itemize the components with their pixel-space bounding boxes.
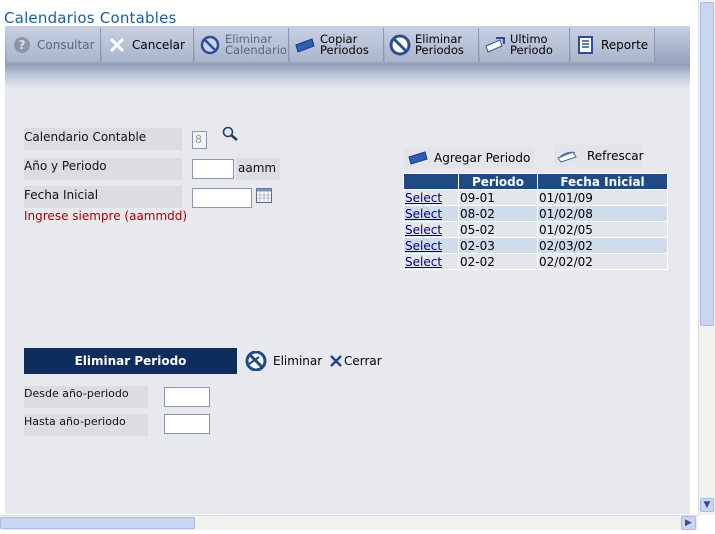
vertical-scroll-thumb[interactable]: [700, 2, 714, 326]
desde-field[interactable]: [164, 387, 210, 407]
periodo-cell: 08-02: [458, 205, 538, 222]
hasta-field[interactable]: [164, 414, 210, 434]
scroll-down-icon[interactable]: ▼: [700, 498, 714, 512]
periodo-cell: 02-02: [458, 253, 538, 270]
table-header-action: [403, 173, 459, 190]
table-header-periodo: Periodo: [458, 173, 538, 190]
toolbar: ? Consultar Cancelar Eliminar Calendario …: [5, 26, 690, 64]
table-row: Select 02-03 02/03/02: [403, 237, 668, 254]
consultar-label: Consultar: [37, 38, 95, 52]
cerrar-label: Cerrar: [344, 354, 382, 368]
fecha-cell: 02/02/02: [537, 253, 668, 270]
periods-table: Periodo Fecha Inicial Select 09-01 01/01…: [403, 173, 668, 270]
anio-periodo-field[interactable]: [192, 159, 234, 179]
calendario-label: Calendario Contable: [24, 130, 147, 144]
refresh-icon: [557, 149, 579, 163]
hint-text: Ingrese siempre (aammdd): [24, 209, 188, 223]
vertical-scrollbar[interactable]: ▼: [698, 0, 715, 515]
eliminar-button[interactable]: Eliminar: [245, 350, 323, 372]
scroll-right-icon[interactable]: ▶: [681, 516, 696, 530]
select-link[interactable]: Select: [405, 191, 442, 205]
copy-icon: [294, 34, 316, 56]
fecha-inicial-field[interactable]: [192, 188, 252, 208]
help-icon: ?: [11, 34, 33, 56]
table-header-fecha: Fecha Inicial: [537, 173, 668, 190]
x-icon: [106, 34, 128, 56]
refrescar-label: Refrescar: [587, 149, 644, 163]
consultar-button[interactable]: ? Consultar: [7, 28, 101, 62]
aamm-suffix: aamm: [238, 161, 277, 175]
cerrar-button[interactable]: Cerrar: [329, 350, 385, 372]
eliminar-periodos-button[interactable]: Eliminar Periodos: [385, 28, 479, 62]
periodo-cell: 05-02: [458, 221, 538, 238]
eliminar-calendario-label-2: Calendario: [225, 43, 287, 57]
cancelar-button[interactable]: Cancelar: [102, 28, 194, 62]
hasta-label: Hasta año-periodo: [24, 415, 126, 428]
last-period-icon: [484, 34, 506, 56]
horizontal-scroll-thumb[interactable]: [0, 517, 195, 529]
eliminar-periodos-label-2: Periodos: [415, 43, 464, 57]
report-icon: [575, 34, 597, 56]
select-link[interactable]: Select: [405, 239, 442, 253]
table-row: Select 08-02 01/02/08: [403, 205, 668, 222]
search-icon[interactable]: [221, 126, 239, 145]
fecha-cell: 01/02/05: [537, 221, 668, 238]
no-entry-icon: [199, 34, 221, 56]
periodo-cell: 09-01: [458, 189, 538, 206]
delete-icon: [245, 351, 267, 371]
fecha-cell: 01/01/09: [537, 189, 668, 206]
select-link[interactable]: Select: [405, 255, 442, 269]
periodo-cell: 02-03: [458, 237, 538, 254]
table-row: Select 09-01 01/01/09: [403, 189, 668, 206]
table-row: Select 02-02 02/02/02: [403, 253, 668, 270]
copiar-periodos-label-2: Periodos: [320, 43, 369, 57]
toolbar-shadow: [5, 64, 690, 88]
fecha-cell: 01/02/08: [537, 205, 668, 222]
close-icon: [329, 354, 343, 368]
eliminar-label: Eliminar: [273, 354, 323, 368]
anio-periodo-label: Año y Periodo: [24, 159, 107, 173]
ultimo-periodo-button[interactable]: Ultimo Periodo: [480, 28, 570, 62]
refrescar-button[interactable]: Refrescar: [555, 145, 644, 167]
select-link[interactable]: Select: [405, 207, 442, 221]
fecha-cell: 02/03/02: [537, 237, 668, 254]
ultimo-periodo-label-2: Periodo: [510, 43, 553, 57]
svg-text:?: ?: [19, 38, 26, 52]
calendar-icon[interactable]: [256, 188, 272, 206]
desde-label: Desde año-periodo: [24, 387, 129, 400]
table-row: Select 05-02 01/02/05: [403, 221, 668, 238]
fecha-inicial-label: Fecha Inicial: [24, 188, 99, 202]
agregar-periodo-label: Agregar Periodo: [434, 151, 531, 165]
calendario-field[interactable]: 8: [192, 131, 207, 149]
select-link[interactable]: Select: [405, 223, 442, 237]
copiar-periodos-button[interactable]: Copiar Periodos: [290, 28, 384, 62]
cancelar-label: Cancelar: [132, 38, 185, 52]
delete-period-icon: [389, 34, 411, 56]
app-frame: Calendarios Contables ? Consultar Cancel…: [0, 0, 715, 534]
reporte-button[interactable]: Reporte: [571, 28, 655, 62]
horizontal-scrollbar[interactable]: ▶: [0, 515, 698, 530]
eliminar-calendario-button[interactable]: Eliminar Calendario: [195, 28, 289, 62]
add-period-icon: [408, 151, 428, 165]
page-title: Calendarios Contables: [4, 9, 177, 27]
reporte-label: Reporte: [601, 38, 649, 52]
eliminar-periodo-header: Eliminar Periodo: [24, 348, 237, 374]
agregar-periodo-button[interactable]: Agregar Periodo: [404, 147, 534, 169]
